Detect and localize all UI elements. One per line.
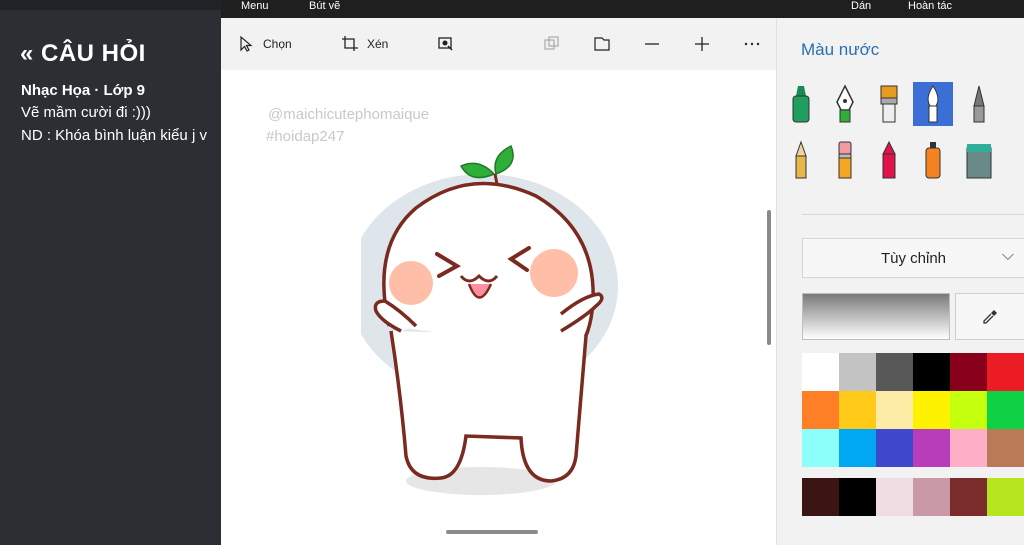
palette-swatch[interactable] bbox=[950, 429, 987, 467]
watercolor-brush-icon bbox=[927, 85, 939, 123]
eraser-icon bbox=[838, 141, 852, 179]
drawing-canvas[interactable]: @maichicutephomaique #hoidap247 bbox=[221, 70, 776, 545]
watercolor-brush[interactable] bbox=[913, 82, 953, 126]
select-label: Chọn bbox=[263, 37, 292, 51]
recent-color-swatch[interactable] bbox=[876, 478, 913, 516]
recent-color-swatch[interactable] bbox=[950, 478, 987, 516]
pencil-brush[interactable] bbox=[781, 138, 821, 182]
calligraphy-pen-brush[interactable] bbox=[825, 82, 865, 126]
recent-color-swatch[interactable] bbox=[913, 478, 950, 516]
vertical-scrollbar[interactable] bbox=[767, 210, 771, 345]
copy-icon bbox=[544, 36, 559, 50]
question-text-line-1: Vẽ mầm cười đi :))) bbox=[21, 104, 151, 121]
spray-can-icon bbox=[925, 142, 941, 179]
question-panel: « CÂU HỎI Nhạc Họa · Lớp 9 Vẽ mầm cười đ… bbox=[0, 0, 221, 545]
crayon-icon bbox=[882, 140, 896, 179]
select-tool[interactable]: Chọn bbox=[237, 32, 292, 56]
palette-swatch[interactable] bbox=[839, 353, 876, 391]
palette-swatch[interactable] bbox=[913, 429, 950, 467]
zoom-in-button[interactable] bbox=[693, 32, 711, 56]
watermark-hashtag: #hoidap247 bbox=[266, 128, 345, 145]
palette-swatch[interactable] bbox=[987, 429, 1024, 467]
palette-swatch[interactable] bbox=[839, 391, 876, 429]
cursor-icon bbox=[240, 35, 253, 52]
panel-divider bbox=[802, 214, 1024, 215]
undo-button[interactable]: Hoàn tác bbox=[908, 0, 952, 12]
pencil-tip-icon bbox=[973, 85, 985, 123]
eyedropper-button[interactable] bbox=[955, 293, 1024, 340]
brush-tab[interactable]: Bút vẽ bbox=[309, 0, 340, 12]
pencil-tip-brush[interactable] bbox=[959, 82, 999, 126]
crop-tool[interactable]: Xén bbox=[341, 32, 388, 56]
left-top-bar bbox=[0, 0, 221, 10]
top-menu-strip: Menu Bút vẽ Dán Hoàn tác bbox=[221, 0, 1024, 18]
paint-brush-icon bbox=[880, 85, 898, 123]
flag-icon bbox=[594, 37, 610, 51]
more-icon bbox=[744, 42, 760, 46]
palette-swatch[interactable] bbox=[913, 391, 950, 429]
recent-color-swatch[interactable] bbox=[802, 478, 839, 516]
marker-brush[interactable] bbox=[781, 82, 821, 126]
palette-swatch[interactable] bbox=[876, 353, 913, 391]
sprout-character-drawing bbox=[361, 144, 618, 495]
color-mode-dropdown[interactable]: Tùy chỉnh ⌵ bbox=[802, 238, 1024, 278]
marker-icon bbox=[792, 86, 810, 123]
palette-swatch[interactable] bbox=[839, 429, 876, 467]
chevron-down-icon: ⌵ bbox=[1001, 247, 1014, 264]
copy-tool[interactable] bbox=[543, 32, 561, 56]
palette-swatch[interactable] bbox=[987, 353, 1024, 391]
crayon-brush[interactable] bbox=[869, 138, 909, 182]
oil-brush[interactable] bbox=[869, 82, 909, 126]
color-palette bbox=[802, 353, 1024, 467]
palette-swatch[interactable] bbox=[876, 391, 913, 429]
brush-panel-title: Màu nước bbox=[801, 40, 880, 59]
palette-swatch[interactable] bbox=[802, 391, 839, 429]
recent-color-swatch[interactable] bbox=[987, 478, 1024, 516]
palette-swatch[interactable] bbox=[987, 391, 1024, 429]
recent-color-swatch[interactable] bbox=[839, 478, 876, 516]
crop-label: Xén bbox=[367, 37, 389, 51]
pixel-pen-brush[interactable] bbox=[959, 138, 999, 182]
palette-swatch[interactable] bbox=[913, 353, 950, 391]
paste-button[interactable]: Dán bbox=[851, 0, 871, 12]
horizontal-scrollbar[interactable] bbox=[446, 530, 538, 534]
minus-icon bbox=[645, 43, 659, 45]
palette-swatch[interactable] bbox=[950, 391, 987, 429]
plus-icon bbox=[695, 37, 709, 51]
magic-select-icon bbox=[438, 37, 453, 51]
more-button[interactable] bbox=[743, 32, 761, 56]
flag-tool[interactable] bbox=[593, 32, 611, 56]
paint-window: Menu Bút vẽ Dán Hoàn tác Chọn Xén @maich… bbox=[221, 0, 1024, 545]
pen-nib-icon bbox=[836, 84, 854, 123]
palette-swatch[interactable] bbox=[876, 429, 913, 467]
palette-swatch[interactable] bbox=[802, 353, 839, 391]
color-gradient-preview[interactable] bbox=[802, 293, 950, 340]
question-header[interactable]: « CÂU HỎI bbox=[20, 40, 146, 68]
magic-select-tool[interactable] bbox=[437, 32, 455, 56]
zoom-out-button[interactable] bbox=[643, 32, 661, 56]
palette-swatch[interactable] bbox=[802, 429, 839, 467]
eraser-brush[interactable] bbox=[825, 138, 865, 182]
spray-can-brush[interactable] bbox=[913, 138, 953, 182]
palette-swatch[interactable] bbox=[950, 353, 987, 391]
dropdown-value: Tùy chỉnh bbox=[880, 249, 947, 267]
crop-icon bbox=[342, 36, 358, 51]
pixel-pen-icon bbox=[966, 144, 992, 179]
pencil-icon bbox=[795, 140, 807, 179]
brush-side-panel: Màu nước Tùy chỉnh ⌵ bbox=[776, 18, 1024, 545]
eyedropper-icon bbox=[983, 309, 997, 324]
menu-button[interactable]: Menu bbox=[241, 0, 269, 12]
canvas-toolbar: Chọn Xén bbox=[221, 18, 776, 70]
question-text-line-2: ND : Khóa bình luận kiểu j v bbox=[21, 127, 207, 144]
recent-colors bbox=[802, 478, 1024, 516]
watermark-username: @maichicutephomaique bbox=[268, 106, 430, 123]
question-subject: Nhạc Họa · Lớp 9 bbox=[21, 82, 146, 99]
